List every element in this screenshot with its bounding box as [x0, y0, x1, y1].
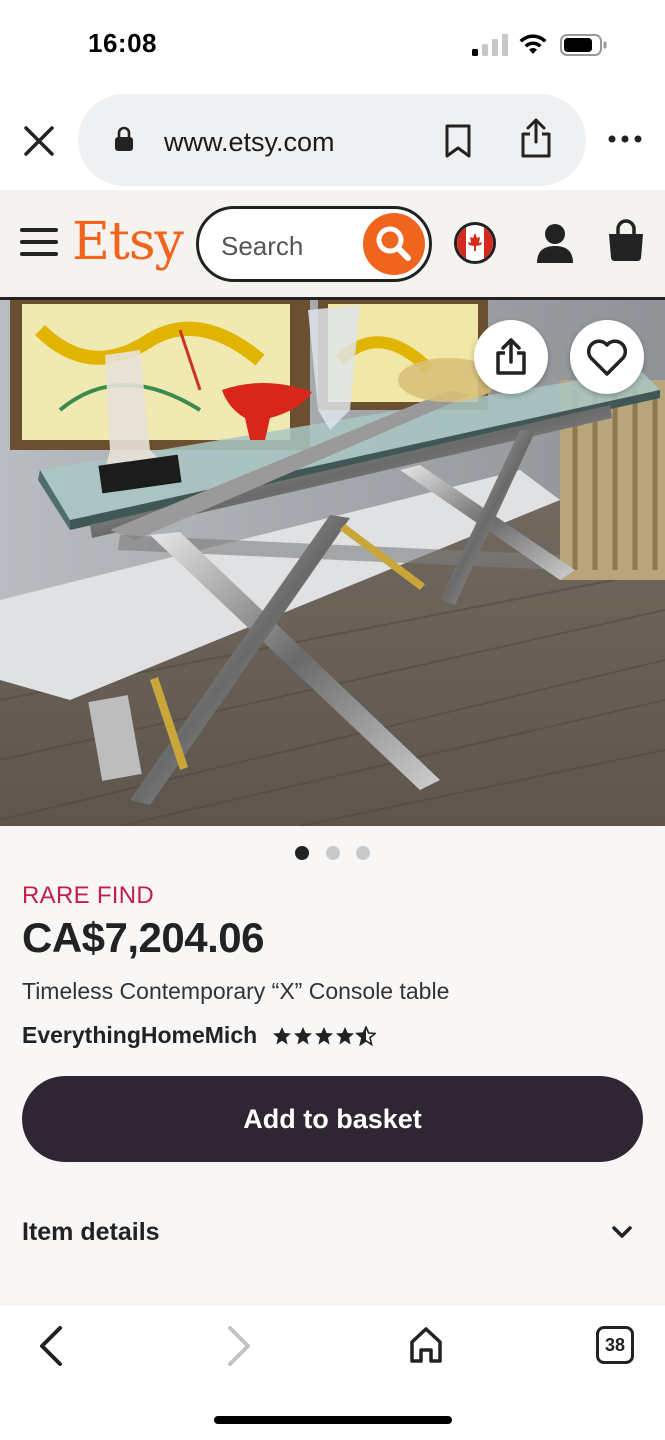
rare-find-badge: RARE FIND [22, 882, 155, 909]
search-placeholder: Search [221, 231, 304, 261]
site-header: Etsy Search [0, 190, 665, 300]
canada-flag-icon[interactable] [454, 222, 496, 264]
user-icon[interactable] [534, 222, 576, 264]
product-title: Timeless Contemporary “X” Console table [22, 978, 450, 1004]
heart-icon [586, 339, 628, 376]
add-to-basket-button[interactable]: Add to basket [22, 1076, 643, 1162]
search-button[interactable] [363, 213, 425, 275]
chevron-down-icon [612, 1226, 632, 1238]
bookmark-icon[interactable] [444, 124, 472, 158]
carousel-dot-2[interactable] [325, 846, 340, 860]
share-icon[interactable] [520, 118, 552, 158]
carousel-dot-3[interactable] [355, 846, 370, 860]
item-details-toggle[interactable]: Item details [22, 1218, 643, 1258]
status-bar: 16:08 [0, 0, 665, 90]
wifi-icon [519, 34, 547, 54]
favorite-button[interactable] [570, 320, 644, 394]
chevron-left-icon[interactable] [36, 1324, 66, 1368]
hamburger-icon[interactable] [20, 228, 58, 260]
address-bar[interactable]: www.etsy.com [78, 94, 586, 186]
tabs-button[interactable]: 38 [596, 1326, 634, 1364]
search-input[interactable]: Search [196, 206, 432, 282]
battery-icon [560, 34, 607, 56]
home-icon[interactable] [408, 1326, 444, 1364]
seller-name[interactable]: EverythingHomeMich [22, 1022, 257, 1048]
item-details-label: Item details [22, 1218, 160, 1246]
product-info: RARE FIND CA$7,204.06 Timeless Contempor… [0, 826, 665, 1306]
browser-bar: www.etsy.com [0, 90, 665, 190]
bag-icon[interactable] [606, 218, 646, 262]
signal-icon [472, 34, 508, 56]
seller-row[interactable]: EverythingHomeMich [22, 1022, 376, 1052]
more-icon[interactable] [608, 132, 642, 146]
carousel-dot-1[interactable] [295, 846, 310, 860]
product-photo [0, 300, 665, 826]
url-text: www.etsy.com [164, 127, 335, 157]
browser-toolbar: 38 [0, 1306, 665, 1440]
star-rating [272, 1025, 376, 1046]
product-image[interactable] [0, 300, 665, 826]
lock-icon [115, 126, 133, 151]
image-share-button[interactable] [474, 320, 548, 394]
search-icon [376, 226, 411, 261]
share-icon [496, 338, 526, 375]
close-icon[interactable] [20, 122, 58, 160]
chevron-right-icon[interactable] [224, 1324, 254, 1368]
status-time: 16:08 [88, 28, 157, 58]
home-indicator [214, 1416, 452, 1424]
product-price: CA$7,204.06 [22, 914, 265, 961]
image-carousel-dots[interactable] [0, 846, 665, 862]
etsy-logo[interactable]: Etsy [72, 212, 184, 272]
